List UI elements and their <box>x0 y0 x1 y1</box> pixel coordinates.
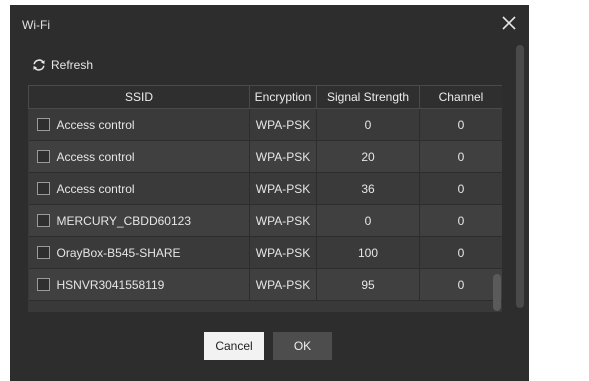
ssid-cell: Access control <box>28 108 250 141</box>
signal-cell: 95 <box>316 268 420 301</box>
cancel-button[interactable]: Cancel <box>204 332 264 360</box>
channel-cell: 0 <box>419 236 502 269</box>
channel-cell: 0 <box>419 140 502 173</box>
ssid-cell: MERCURY_CBDD60123 <box>28 204 250 237</box>
encryption-cell: WPA-PSK <box>249 108 317 141</box>
table-row[interactable]: HSNVR3041558119 WPA-PSK 95 0 <box>28 268 502 301</box>
column-header-signal-strength[interactable]: Signal Strength <box>316 85 420 109</box>
signal-cell: 100 <box>316 236 420 269</box>
signal-cell: 20 <box>316 140 420 173</box>
ssid-text: Access control <box>56 149 135 164</box>
encryption-cell: WPA-PSK <box>249 204 317 237</box>
row-checkbox[interactable] <box>36 214 50 228</box>
ssid-cell: Access control <box>28 172 250 205</box>
encryption-cell: WPA-PSK <box>249 236 317 269</box>
close-icon <box>502 16 516 30</box>
refresh-button[interactable]: Refresh <box>32 56 93 74</box>
signal-cell: 0 <box>316 204 420 237</box>
row-checkbox[interactable] <box>36 278 50 292</box>
column-header-ssid[interactable]: SSID <box>28 85 250 109</box>
column-header-channel[interactable]: Channel <box>419 85 502 109</box>
signal-cell: 0 <box>316 108 420 141</box>
wifi-dialog: Wi-Fi Refresh SSID Encryption Signal Str… <box>10 5 529 381</box>
channel-cell: 0 <box>419 268 502 301</box>
close-button[interactable] <box>501 15 517 31</box>
row-checkbox[interactable] <box>36 150 50 164</box>
table-row[interactable]: Access control WPA-PSK 0 0 <box>28 108 502 141</box>
ssid-text: MERCURY_CBDD60123 <box>56 213 192 228</box>
wifi-table: SSID Encryption Signal Strength Channel … <box>28 85 502 301</box>
row-checkbox[interactable] <box>36 246 50 260</box>
encryption-cell: WPA-PSK <box>249 140 317 173</box>
ok-button[interactable]: OK <box>273 332 332 360</box>
column-header-encryption[interactable]: Encryption <box>249 85 317 109</box>
ssid-text: Access control <box>56 181 135 196</box>
ssid-text: Access control <box>56 117 135 132</box>
ssid-text: OrayBox-B545-SHARE <box>56 245 181 260</box>
dialog-scrollbar[interactable] <box>516 45 524 308</box>
encryption-cell: WPA-PSK <box>249 268 317 301</box>
channel-cell: 0 <box>419 108 502 141</box>
channel-cell: 0 <box>419 204 502 237</box>
title-bar: Wi-Fi <box>10 5 529 45</box>
table-row[interactable]: OrayBox-B545-SHARE WPA-PSK 100 0 <box>28 236 502 269</box>
dialog-scrollbar-thumb[interactable] <box>516 45 524 308</box>
channel-cell: 0 <box>419 172 502 205</box>
ssid-cell: OrayBox-B545-SHARE <box>28 236 250 269</box>
ssid-text: HSNVR3041558119 <box>56 277 165 292</box>
table-row[interactable]: Access control WPA-PSK 36 0 <box>28 172 502 205</box>
ssid-cell: Access control <box>28 140 250 173</box>
table-header-row: SSID Encryption Signal Strength Channel <box>28 85 502 109</box>
table-row[interactable]: Access control WPA-PSK 20 0 <box>28 140 502 173</box>
refresh-label: Refresh <box>51 58 94 72</box>
refresh-icon <box>33 59 45 71</box>
signal-cell: 36 <box>316 172 420 205</box>
row-checkbox[interactable] <box>36 118 50 132</box>
ssid-cell: HSNVR3041558119 <box>28 268 250 301</box>
table-row[interactable]: MERCURY_CBDD60123 WPA-PSK 0 0 <box>28 204 502 237</box>
wifi-table-container: SSID Encryption Signal Strength Channel … <box>28 85 502 312</box>
table-scrollbar-thumb[interactable] <box>493 274 501 311</box>
table-scrollbar[interactable] <box>493 108 501 311</box>
row-checkbox[interactable] <box>36 182 50 196</box>
dialog-title: Wi-Fi <box>22 18 50 32</box>
encryption-cell: WPA-PSK <box>249 172 317 205</box>
